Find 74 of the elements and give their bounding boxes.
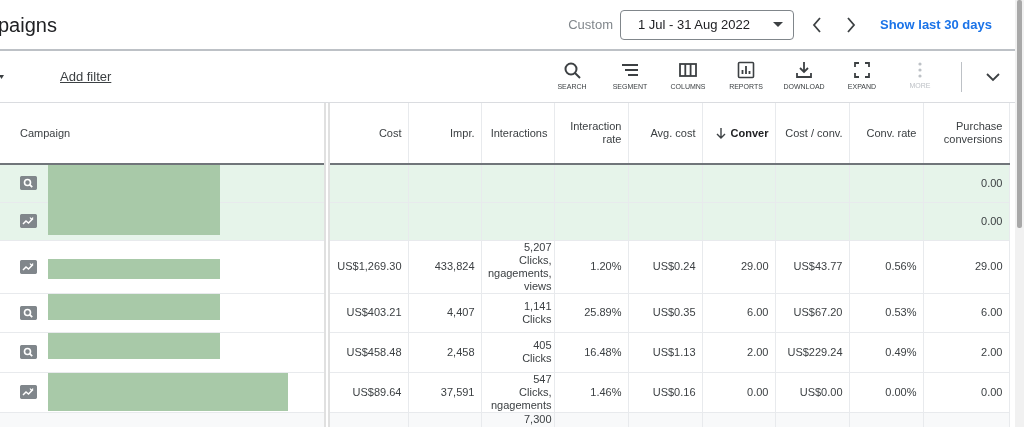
caret-icon: [773, 22, 783, 29]
range-label: Custom: [568, 15, 613, 34]
search-campaign-icon: [20, 345, 37, 360]
table-cell: 433,824: [434, 260, 475, 272]
scrollbar-thumb[interactable]: [1017, 0, 1022, 228]
more-icon: [918, 61, 922, 78]
table-cell: 6.00: [747, 306, 769, 318]
table-cell-text: 405 Clicks: [521, 339, 552, 365]
table-cell-text: 5,207 Clicks, ngagements, views: [486, 240, 552, 292]
table-cell: 29.00: [740, 260, 769, 272]
bar-chart-icon: [737, 60, 755, 79]
column-header[interactable]: Conver: [730, 126, 769, 140]
page-title: paigns: [0, 12, 57, 38]
search-campaign-icon: [20, 176, 37, 191]
table-cell: US$458.48: [346, 345, 402, 358]
add-filter-link[interactable]: Add filter: [60, 66, 112, 87]
trend-line-icon: [20, 214, 37, 229]
caret-icon[interactable]: [0, 74, 4, 80]
column-header[interactable]: Conv. rate: [866, 126, 917, 140]
table-cell: US$0.16: [652, 385, 696, 398]
scrollbar[interactable]: [1015, 0, 1024, 427]
chevron-left-icon: [812, 17, 822, 34]
table-cell: 6.00: [981, 306, 1003, 318]
trend-line-icon: [20, 259, 37, 274]
chevron-right-icon: [846, 17, 856, 34]
table-cell: US$1.13: [652, 345, 696, 358]
expand-icon: [853, 60, 871, 79]
column-header[interactable]: Impr.: [450, 126, 475, 140]
table-cell: 0.00%: [885, 385, 917, 398]
column-header[interactable]: Campaign: [20, 126, 71, 140]
column-header[interactable]: Cost / conv.: [785, 126, 843, 140]
table-cell: 4,407: [446, 306, 475, 318]
table-cell: 2.00: [981, 345, 1003, 358]
show-last-link[interactable]: Show last 30 days: [880, 14, 992, 35]
table-cell: 0.00: [981, 214, 1003, 227]
table-cell: 0.00: [981, 385, 1003, 398]
table-cell: 2,458: [446, 345, 475, 358]
table-cell: 0.49%: [885, 345, 917, 358]
column-header[interactable]: Interaction rate: [560, 120, 622, 146]
table-cell: US$0.35: [652, 306, 696, 318]
table-cell: 0.00: [747, 385, 769, 398]
search-campaign-icon: [20, 305, 37, 320]
table-cell: 0.00: [981, 176, 1003, 189]
chevron-down-icon: [986, 72, 1000, 82]
table-cell: 1.20%: [590, 260, 622, 272]
table-cell-text: 7,300: [522, 412, 552, 426]
column-header[interactable]: Purchase conversions: [929, 120, 1003, 146]
column-header[interactable]: Avg. cost: [650, 126, 696, 140]
sort-arrow-icon: [715, 128, 726, 140]
trend-line-icon: [20, 385, 37, 400]
search-icon: [563, 60, 581, 79]
download-icon: [795, 60, 813, 79]
table-cell: US$0.24: [652, 260, 696, 272]
table-cell: US$89.64: [352, 385, 402, 398]
column-header[interactable]: Interactions: [490, 126, 548, 140]
table-cell: 29.00: [974, 260, 1003, 272]
table-cell: 0.53%: [885, 306, 917, 318]
table-cell: US$0.00: [799, 385, 843, 398]
table-cell: 16.48%: [584, 345, 622, 358]
date-range-dropdown[interactable]: 1 Jul - 31 Aug 2022: [620, 9, 794, 40]
table-cell: US$229.24: [787, 345, 843, 358]
table-cell: 2.00: [747, 345, 769, 358]
table-cell-text: 547 Clicks, ngagements: [489, 372, 552, 411]
table-cell: US$1,269.30: [337, 260, 402, 272]
table-cell: US$403.21: [346, 306, 402, 318]
table-cell: 1.46%: [590, 385, 622, 398]
column-header[interactable]: Cost: [378, 126, 402, 140]
table-cell: 25.89%: [584, 306, 622, 318]
table-cell: US$43.77: [793, 260, 843, 272]
table-cell: 0.56%: [885, 260, 917, 272]
columns-icon: [679, 60, 697, 79]
table-cell: US$67.20: [793, 306, 843, 318]
table-cell: 37,591: [440, 385, 475, 398]
table-cell-text: 1,141 Clicks: [521, 299, 552, 326]
